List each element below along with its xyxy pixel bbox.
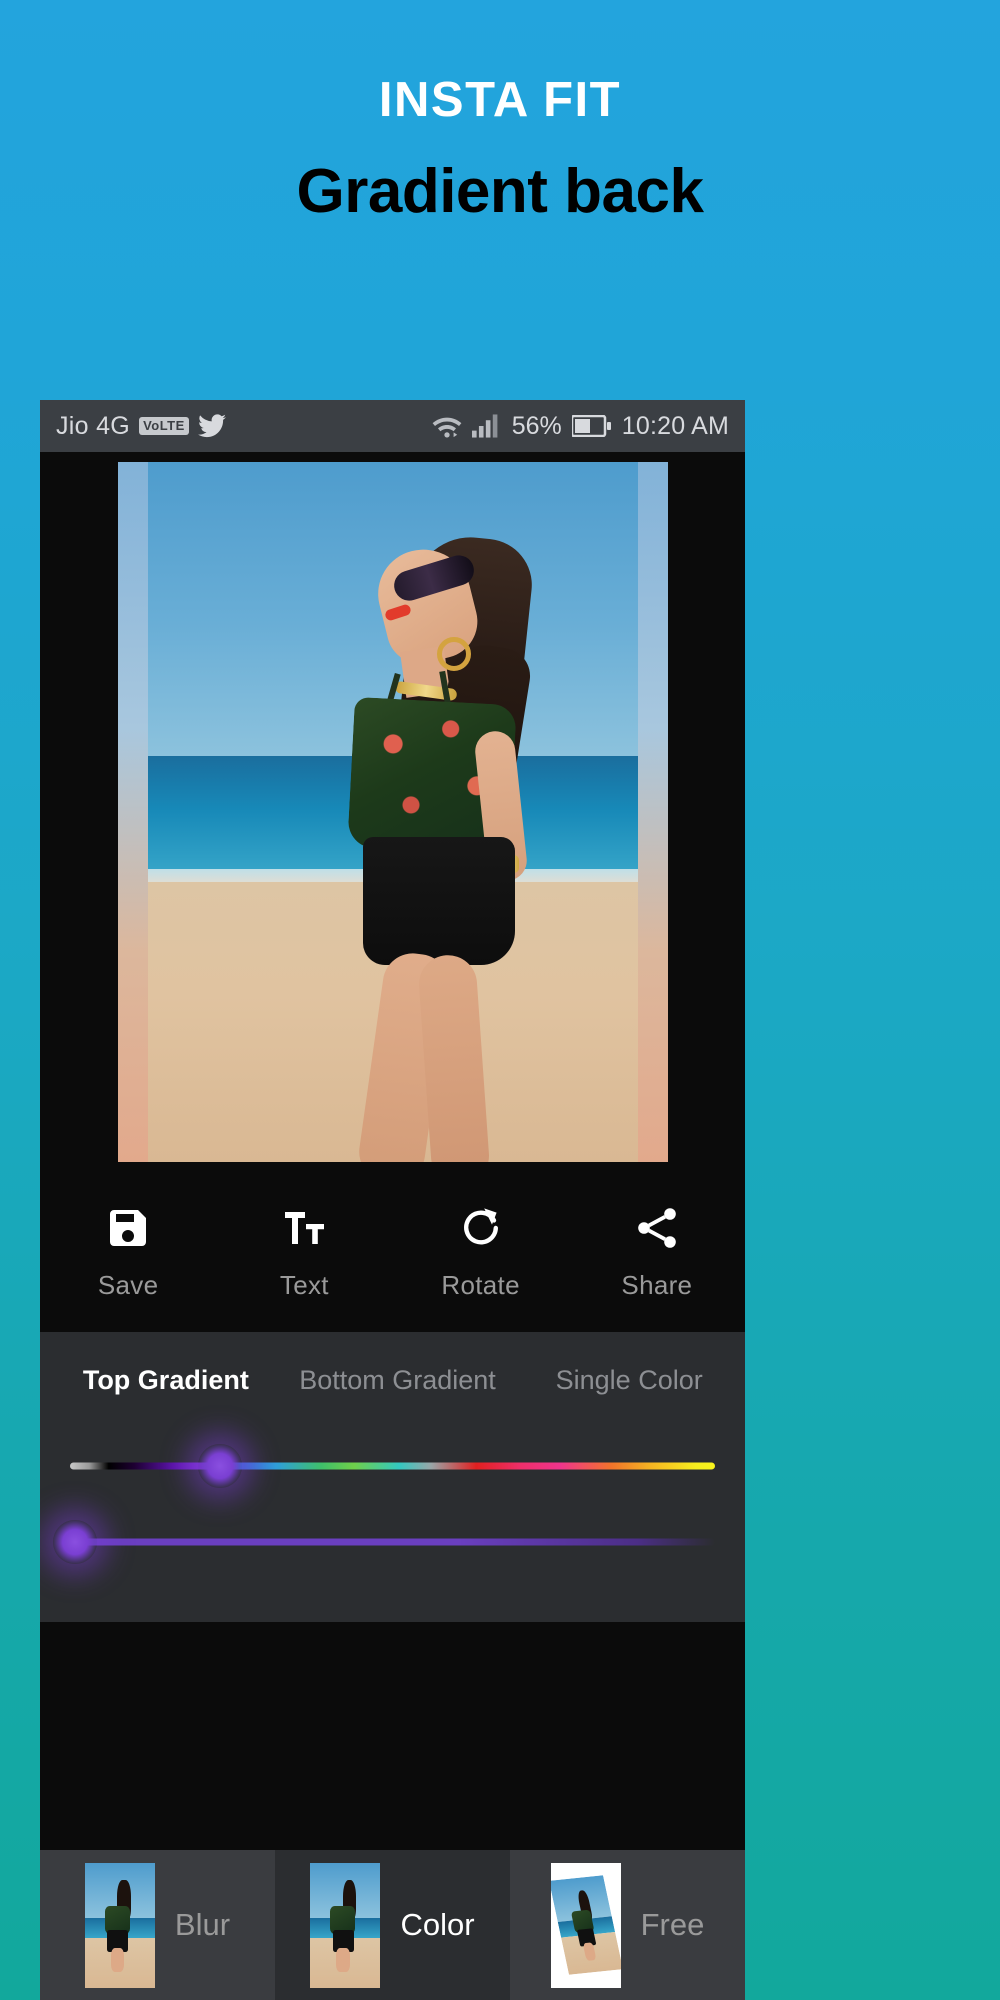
photo-thumbnail-blur [84,1862,155,1988]
battery-percent-label: 56% [511,411,562,440]
rotate-button[interactable]: Rotate [393,1204,569,1301]
tab-top-gradient[interactable]: Top Gradient [50,1365,282,1396]
shorts-shape [362,837,515,965]
hue-slider-track [70,1462,715,1470]
twitter-icon [197,414,226,438]
hue-slider[interactable] [40,1428,745,1504]
share-icon [633,1204,681,1252]
gradient-panel: Top Gradient Bottom Gradient Single Colo… [40,1332,745,1622]
nav-label-blur: Blur [174,1907,231,1942]
hue-slider-thumb[interactable] [197,1444,242,1488]
nav-item-blur[interactable]: Blur [40,1850,275,2000]
status-bar-left: Jio 4G VoLTE [56,412,432,441]
promo-subtitle: Gradient back [296,157,704,226]
photo-thumbnail-color [310,1862,381,1988]
clock-label: 10:20 AM [621,411,729,440]
editor-toolbar: Save Text Rotate Share [40,1172,745,1332]
nav-item-color[interactable]: Color [275,1850,510,2000]
earring-shape [436,637,471,671]
saturation-slider-track [70,1538,715,1546]
phone-screen: Jio 4G VoLTE 56% 10:20 AM Save Text Rota… [40,400,745,2000]
photo-frame [117,462,668,1162]
text-size-icon [280,1204,328,1252]
beach-scene [147,462,638,1162]
thumb-leg [582,1942,597,1962]
share-label: Share [621,1269,693,1300]
carrier-label: Jio 4G [56,411,131,440]
saturation-slider-thumb[interactable] [53,1520,98,1564]
save-button[interactable]: Save [40,1204,216,1301]
signal-bars-icon [471,414,502,438]
bottom-nav: Blur Color Free [40,1850,745,2000]
volte-badge: VoLTE [139,417,189,435]
share-button[interactable]: Share [569,1204,745,1301]
photo-thumbnail-free [550,1862,621,1988]
thumb-leg [110,1948,125,1973]
promo-header: INSTA FIT Gradient back [0,0,1000,300]
text-button[interactable]: Text [216,1204,392,1301]
nav-label-free: Free [640,1907,705,1942]
photo-canvas[interactable] [40,452,745,1172]
saturation-slider[interactable] [40,1504,745,1580]
status-bar-right: 56% 10:20 AM [432,412,729,441]
nav-item-free[interactable]: Free [510,1850,745,2000]
battery-icon [571,415,612,437]
tab-single-color[interactable]: Single Color [513,1365,745,1396]
tab-bottom-gradient[interactable]: Bottom Gradient [282,1365,514,1396]
thumb-tilted-photo [550,1875,621,1975]
wifi-icon [432,414,462,438]
save-label: Save [97,1269,159,1300]
status-bar: Jio 4G VoLTE 56% 10:20 AM [40,400,745,452]
thumb-leg [336,1948,350,1973]
floppy-disk-icon [104,1204,152,1252]
photo-image [147,462,638,1162]
gradient-tabs: Top Gradient Bottom Gradient Single Colo… [40,1332,745,1428]
model-figure [285,525,555,1162]
rotate-clockwise-icon [457,1204,505,1252]
thumb-body [103,1880,134,1973]
nav-label-color: Color [400,1907,475,1942]
rotate-label: Rotate [441,1269,520,1300]
text-label: Text [279,1269,329,1300]
thumb-body [329,1880,360,1973]
promo-title: INSTA FIT [378,73,622,127]
